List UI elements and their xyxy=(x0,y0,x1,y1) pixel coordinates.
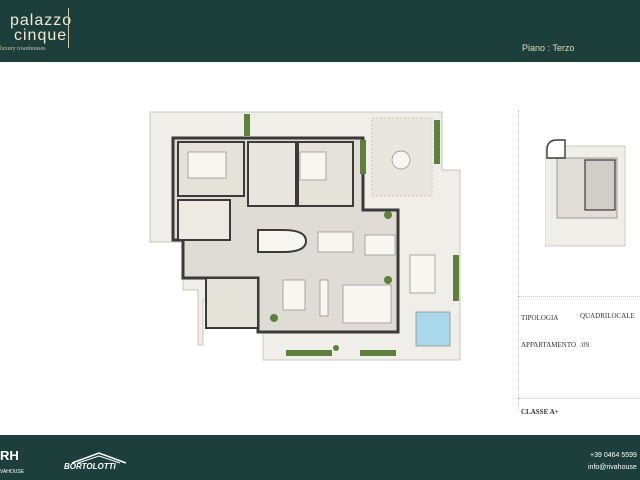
tipologia-label: TIPOLOGIA xyxy=(521,314,559,322)
floor-label: Piano : Terzo xyxy=(522,43,575,53)
tipologia-value: QUADRILOCALE xyxy=(580,312,635,320)
info-divider-vertical xyxy=(518,110,519,410)
appartamento-value: :09 xyxy=(580,341,589,349)
energy-class: CLASSE A+ xyxy=(521,408,559,416)
logo-line-2: cinque xyxy=(14,27,68,44)
bortolotti-logo[interactable]: BORTOLOTTI xyxy=(64,462,116,471)
logo-divider xyxy=(68,8,69,48)
info-divider-1 xyxy=(518,296,640,297)
floor-plan xyxy=(149,111,461,361)
key-plan xyxy=(545,139,626,247)
appartamento-label: APPARTAMENTO xyxy=(521,341,577,349)
logo-tagline: luxury townhouses xyxy=(0,46,46,52)
contact-phone[interactable]: +39 0464 5599 xyxy=(590,452,637,459)
contact-email[interactable]: info@rivahouse xyxy=(588,464,637,471)
info-divider-2 xyxy=(518,398,640,399)
rivahouse-logo-sub: VAHOUSE xyxy=(0,469,25,475)
rivahouse-logo[interactable]: RH xyxy=(0,448,19,463)
palazzo-cinque-logo[interactable]: palazzo cinque luxury townhouses xyxy=(0,6,72,52)
